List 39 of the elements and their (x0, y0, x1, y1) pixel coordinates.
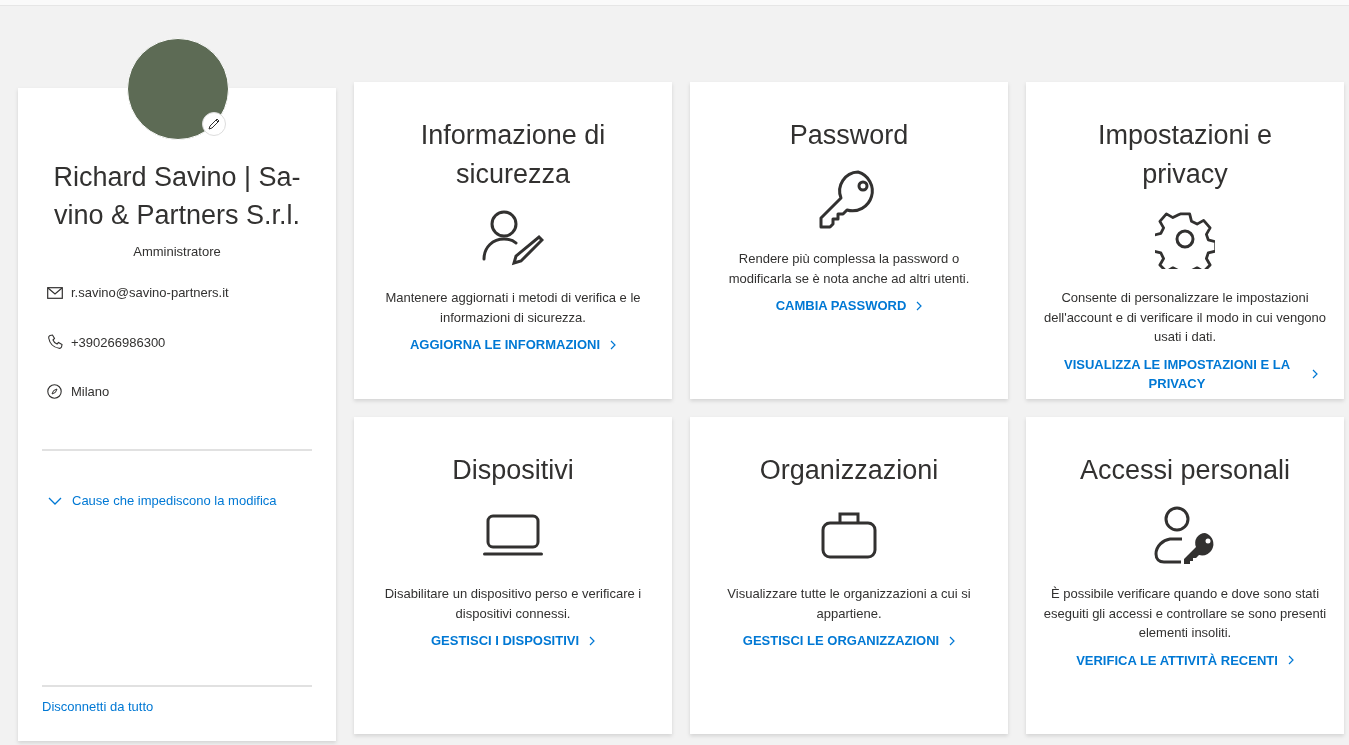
tile-link[interactable]: GESTISCI LE ORGANIZZAZIONI (742, 631, 956, 651)
tile-title: Impostazioni e privacy (1096, 119, 1274, 191)
phone-icon (46, 334, 63, 350)
user-name: Richard Savino | Sa-vino & Partners S.r.l. (52, 161, 302, 232)
sign-out-everywhere-link[interactable]: Disconnetti da tutto (42, 699, 154, 714)
tile-link[interactable]: VERIFICA LE ATTIVITÀ RECENTI (1076, 650, 1294, 670)
tile-title: Accessi personali (1079, 454, 1291, 487)
email-address: r.savino@savino-partners.it (71, 285, 229, 300)
tile-title: Informazione di sicurezza (419, 119, 607, 191)
tile-title: Password (789, 119, 909, 152)
tile-link[interactable]: GESTISCI I DISPOSITIVI (430, 631, 596, 651)
pencil-icon (208, 118, 220, 130)
tile-title: Dispositivi (452, 454, 574, 487)
laptop-icon (483, 514, 543, 556)
location-text: Milano (71, 384, 110, 399)
chevron-down-icon (48, 496, 62, 505)
phone-number: +390266986300 (71, 334, 166, 350)
tile-title: Organizzazioni (759, 454, 939, 487)
tile-description: Visualizzare tutte le organizzazioni a cui si appartiene. (726, 585, 972, 623)
briefcase-icon (821, 511, 877, 559)
tile-description: Consente di personalizzare le impostazioni dell'account e di verificare il modo in cui vengono usati i dati. (1042, 289, 1328, 346)
tile-description: Mantenere aggiornati i metodi di verifica e le informazioni di sicurezza. (384, 289, 642, 327)
envelope-icon (46, 286, 63, 299)
tile-link[interactable]: CAMBIA PASSWORD (775, 296, 923, 316)
chevron-right-icon (1312, 369, 1318, 379)
user-role: Amministratore (132, 244, 222, 259)
tile-description: Rendere più complessa la password o modificarla se è nota anche ad altri utenti. (727, 250, 971, 288)
chevron-right-icon (1287, 655, 1294, 666)
chevron-right-icon (916, 300, 923, 311)
chevron-right-icon (610, 339, 617, 350)
gear-icon (1155, 209, 1215, 269)
edit-restrictions-link[interactable]: Cause che impediscono la modifica (48, 493, 277, 508)
chevron-right-icon (949, 635, 956, 646)
tile-link[interactable]: VISUALIZZA LE IMPOSTAZIONI E LA PRIVACY (1052, 354, 1318, 394)
tile-description: Disabilitare un dispositivo perso e verificare i dispositivi connessi. (383, 585, 643, 623)
tile-description: È possibile verificare quando e dove sono stati eseguiti gli accessi e controllare se sono presenti elementi insoliti. (1042, 585, 1328, 642)
chevron-right-icon (589, 635, 596, 646)
compass-icon (47, 384, 62, 399)
tile-link[interactable]: AGGIORNA LE INFORMAZIONI (409, 335, 617, 355)
